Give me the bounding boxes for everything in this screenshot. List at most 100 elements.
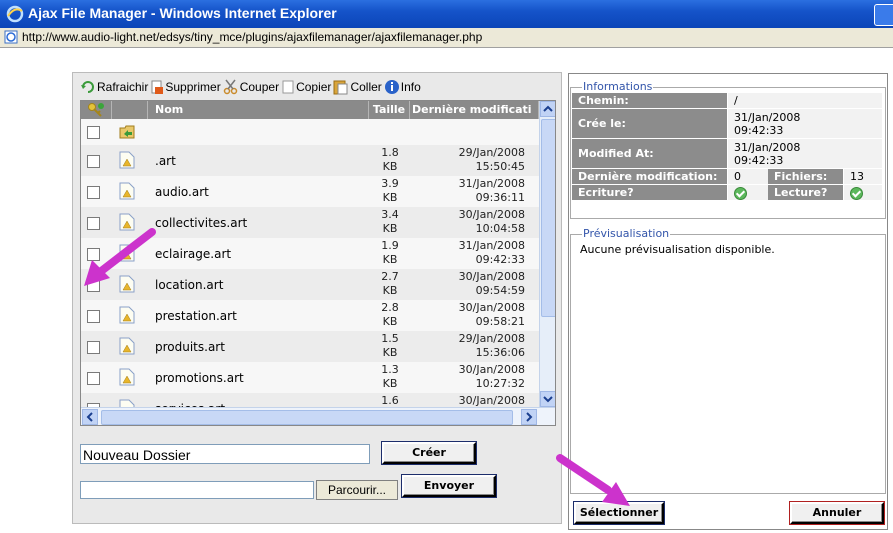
file-modified: 30/Jan/2008 10:27:32 — [413, 363, 531, 391]
copy-label: Copier — [296, 80, 332, 94]
file-icon — [119, 306, 135, 324]
file-name[interactable]: location.art — [155, 278, 223, 292]
column-size[interactable]: Taille — [369, 101, 410, 119]
file-size-value: 1.8 — [381, 146, 399, 159]
scroll-right-button[interactable] — [521, 409, 537, 425]
hscroll-thumb[interactable] — [101, 410, 513, 425]
file-date: 30/Jan/2008 — [458, 208, 525, 221]
last-mod-label: Dernière modification: — [572, 169, 728, 185]
cut-button[interactable]: Couper — [223, 79, 279, 95]
file-modified: 30/Jan/2008 10:04:58 — [413, 208, 531, 236]
column-name[interactable]: Nom — [147, 101, 369, 119]
files-label: Fichiers: — [768, 169, 844, 185]
file-date: 29/Jan/2008 — [458, 332, 525, 345]
chevron-left-icon — [86, 412, 93, 422]
file-size: 1.3 KB — [371, 363, 409, 391]
file-size: 2.8 KB — [371, 301, 409, 329]
file-size: 1.8 KB — [371, 146, 409, 174]
file-icon — [119, 337, 135, 355]
row-checkbox[interactable] — [87, 310, 100, 323]
file-modified: 31/Jan/2008 09:42:33 — [413, 239, 531, 267]
file-date: 31/Jan/2008 — [458, 177, 525, 190]
scroll-down-button[interactable] — [540, 391, 555, 407]
info-legend: Informations — [582, 80, 654, 93]
readable-value — [844, 185, 882, 201]
file-name[interactable]: collectivites.art — [155, 216, 247, 230]
scroll-thumb[interactable] — [541, 119, 555, 317]
folder-up-icon — [119, 125, 135, 139]
file-modified: 31/Jan/2008 09:36:11 — [413, 177, 531, 205]
file-modified: 30/Jan/2008 09:58:21 — [413, 301, 531, 329]
cut-label: Couper — [239, 80, 280, 94]
chevron-down-icon — [543, 396, 553, 403]
file-name[interactable]: .art — [155, 154, 176, 168]
readable-label: Lecture? — [768, 185, 844, 201]
file-toolbar: Rafraichir Supprimer Couper Copier Colle… — [80, 78, 423, 96]
copy-button[interactable]: Copier — [281, 79, 331, 95]
window-control-button[interactable] — [874, 4, 893, 26]
horizontal-scrollbar[interactable] — [81, 407, 555, 425]
copy-icon — [282, 80, 294, 94]
window-titlebar: Ajax File Manager - Windows Internet Exp… — [0, 0, 893, 28]
upload-button[interactable]: Envoyer — [402, 475, 496, 497]
table-row[interactable]: audio.art 3.9 KB 31/Jan/2008 09:36:11 — [81, 176, 539, 208]
refresh-button[interactable]: Rafraichir — [80, 79, 148, 95]
writable-label: Ecriture? — [572, 185, 728, 201]
modified-date: 31/Jan/2008 — [734, 141, 801, 154]
address-bar[interactable]: http://www.audio-light.net/edsys/tiny_mc… — [0, 28, 893, 48]
parent-folder-row[interactable] — [81, 119, 539, 146]
column-modified[interactable]: Dernière modificati — [409, 101, 539, 119]
row-checkbox[interactable] — [87, 186, 100, 199]
file-name[interactable]: promotions.art — [155, 371, 244, 385]
window-title: Ajax File Manager - Windows Internet Exp… — [28, 5, 337, 21]
writable-value — [728, 185, 768, 201]
modified-value: 31/Jan/2008 09:42:33 — [728, 139, 882, 169]
upload-file-input[interactable] — [80, 481, 314, 499]
cancel-button[interactable]: Annuler — [790, 502, 884, 524]
delete-button[interactable]: Supprimer — [150, 79, 221, 95]
scroll-up-button[interactable] — [540, 101, 555, 117]
table-row[interactable]: prestation.art 2.8 KB 30/Jan/2008 09:58:21 — [81, 300, 539, 332]
file-date: 30/Jan/2008 — [458, 301, 525, 314]
file-size-unit: KB — [382, 315, 398, 328]
file-size: 2.7 KB — [371, 270, 409, 298]
file-icon — [119, 151, 135, 169]
file-name[interactable]: audio.art — [155, 185, 209, 199]
scissors-icon — [223, 79, 237, 95]
paste-button[interactable]: Coller — [333, 79, 382, 95]
file-date: 30/Jan/2008 — [458, 394, 525, 407]
file-name[interactable]: produits.art — [155, 340, 225, 354]
file-size-unit: KB — [382, 160, 398, 173]
row-checkbox[interactable] — [87, 155, 100, 168]
annotation-arrow-checkbox — [84, 228, 156, 286]
scroll-left-button[interactable] — [82, 409, 98, 425]
info-button[interactable]: Info — [384, 79, 421, 95]
create-folder-button[interactable]: Créer — [382, 442, 476, 464]
row-checkbox[interactable] — [87, 341, 100, 354]
browse-button[interactable]: Parcourir... — [316, 480, 398, 500]
file-time: 09:54:59 — [475, 284, 525, 297]
row-checkbox[interactable] — [87, 126, 100, 139]
path-label: Chemin: — [572, 93, 728, 109]
table-row[interactable]: .art 1.8 KB 29/Jan/2008 15:50:45 — [81, 145, 539, 177]
file-size-value: 1.9 — [381, 239, 399, 252]
file-size-unit: KB — [382, 346, 398, 359]
file-name[interactable]: prestation.art — [155, 309, 237, 323]
paste-icon — [333, 80, 348, 95]
table-row[interactable]: produits.art 1.5 KB 29/Jan/2008 15:36:06 — [81, 331, 539, 363]
file-size-unit: KB — [382, 222, 398, 235]
preview-legend: Prévisualisation — [582, 227, 671, 240]
table-row[interactable]: promotions.art 1.3 KB 30/Jan/2008 10:27:32 — [81, 362, 539, 394]
select-all-column[interactable] — [81, 101, 112, 119]
address-url[interactable]: http://www.audio-light.net/edsys/tiny_mc… — [22, 30, 482, 44]
delete-label: Supprimer — [165, 80, 221, 94]
vertical-scrollbar[interactable] — [539, 101, 555, 407]
row-checkbox[interactable] — [87, 372, 100, 385]
created-label: Crée le: — [572, 109, 728, 139]
paste-label: Coller — [350, 80, 382, 94]
file-icon — [119, 182, 135, 200]
path-value: / — [728, 93, 882, 109]
file-name[interactable]: eclairage.art — [155, 247, 231, 261]
new-folder-input[interactable]: Nouveau Dossier — [80, 444, 370, 464]
last-mod-value: 0 — [728, 169, 768, 185]
